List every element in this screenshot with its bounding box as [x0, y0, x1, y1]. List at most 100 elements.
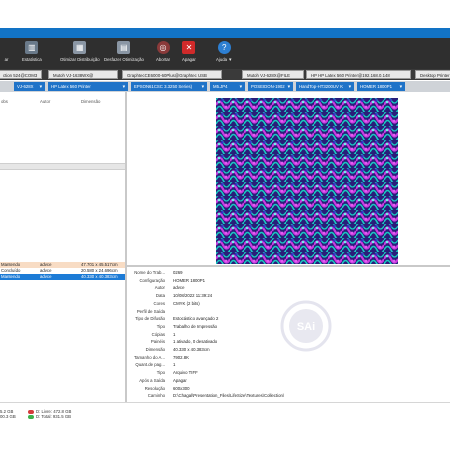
- property-row: Cores CMYK (2 bits): [127, 301, 447, 307]
- delete-icon: ✕: [182, 41, 196, 54]
- printer-tab-3[interactable]: GraphtecCE6000-60Plus@Graphtec USB: [122, 70, 222, 79]
- queue-tab-2[interactable]: HP Latex 560 Printer ▼: [48, 82, 128, 91]
- property-row: Tipo Arquivo TIFF: [127, 370, 447, 376]
- property-row: Data 10/08/2022 11:39:24: [127, 293, 447, 299]
- property-key: Tamanho do A...: [133, 354, 165, 360]
- property-row: Tipo de Difusão Estocástico avançado 2: [127, 316, 447, 322]
- property-value: 1: [173, 331, 176, 337]
- property-value: CMYK (2 bits): [173, 300, 200, 306]
- queue-tab-3[interactable]: EPSON61CSC 3.3250 Series) ▼: [131, 82, 207, 91]
- job-preview-image: [216, 98, 398, 264]
- panel-separator[interactable]: [0, 163, 125, 170]
- queue-tab-7-label: HOMER 1800P1: [360, 84, 393, 89]
- property-row: Após a Saída Apagar: [127, 378, 447, 384]
- property-key: Após a Saída: [139, 377, 165, 383]
- queue-tab-2-label: HP Latex 560 Printer: [51, 84, 91, 89]
- column-header-dimension[interactable]: Dimensão: [81, 99, 100, 104]
- job-status: Mantendo: [1, 274, 21, 279]
- property-key: Resolução: [144, 385, 165, 391]
- dropdown-arrow-icon: ▼: [238, 84, 243, 89]
- dropdown-arrow-icon: ▼: [398, 84, 403, 89]
- job-list-header: obs Autor Dimensão: [0, 99, 125, 105]
- property-value: 600x300: [173, 385, 190, 391]
- printer-tab-4[interactable]: Mutoh VJ-628X@FILE: [242, 70, 304, 79]
- optimize-icon: ▦: [73, 41, 87, 54]
- dropdown-arrow-icon: ▼: [38, 84, 43, 89]
- queue-tab-strip: VJ-628X ▼ HP Latex 560 Printer ▼ EPSON61CS…: [0, 81, 450, 92]
- statistics-button[interactable]: ▥ Estatística: [22, 41, 42, 68]
- dropdown-arrow-icon: ▼: [347, 84, 352, 89]
- queue-tab-1-label: VJ-628X: [17, 84, 34, 89]
- property-value: 1: [173, 362, 176, 368]
- queue-tab-5[interactable]: POSEIDON-1902 ▼: [248, 82, 293, 91]
- queue-tab-1[interactable]: VJ-628X ▼: [14, 82, 45, 91]
- printer-tab-2[interactable]: Mutoh VJ-1638WX@: [48, 70, 118, 79]
- undo-optimize-icon: ▤: [117, 41, 131, 54]
- help-button[interactable]: ? Ajuda ▼: [216, 41, 232, 68]
- queue-tab-4[interactable]: M5.JP4 ▼: [210, 82, 245, 91]
- property-key: Autor: [154, 285, 165, 291]
- main-toolbar: ar ▥ Estatística ▦ Otimizar Distribuição…: [0, 38, 450, 69]
- property-row: Tamanho do A... 7902.8K: [127, 355, 447, 361]
- property-key: Painéis: [150, 339, 165, 345]
- dropdown-arrow-icon: ▼: [200, 84, 205, 89]
- property-value: HOMER 1800P1: [173, 277, 206, 283]
- property-row: Autor advce: [127, 285, 447, 291]
- property-key: Perfil de Saída: [136, 308, 165, 314]
- queue-tab-7[interactable]: HOMER 1800P1 ▼: [357, 82, 405, 91]
- title-area: [0, 0, 450, 28]
- property-value: Estocástico avançado 2: [173, 316, 219, 322]
- property-key: Cópias: [151, 331, 165, 337]
- abort-label: Abortar: [156, 57, 171, 62]
- column-header-name[interactable]: obs: [1, 99, 8, 104]
- property-value: 40.330 x 40.383cm: [173, 347, 210, 352]
- printer-tab-6[interactable]: Desktop Printer: [415, 70, 450, 79]
- partial-toolbar-label: ar: [4, 57, 9, 62]
- property-key: Tipo: [156, 370, 165, 376]
- delete-label: Apagar: [182, 57, 196, 62]
- preview-pane: [127, 92, 450, 265]
- property-value: 0269: [173, 270, 183, 275]
- property-row: Dimensão 40.330 x 40.383cm: [127, 347, 447, 353]
- delete-button[interactable]: ✕ Apagar: [182, 41, 196, 68]
- property-row: Nome do Trab... 0269: [127, 270, 447, 276]
- disk-used-icon: [28, 410, 34, 414]
- property-key: Nome do Trab...: [134, 270, 165, 275]
- job-row-selected[interactable]: Mantendo advce 40.330 x 40.383cm: [0, 274, 125, 280]
- queue-tab-5-label: POSEIDON-1902: [251, 84, 285, 89]
- property-key: Cores: [153, 300, 165, 306]
- property-row: Configuração HOMER 1800P1: [127, 278, 447, 284]
- undo-optimize-button[interactable]: ▤ Desfazer Otimização: [104, 41, 144, 68]
- property-row: Cópias 1: [127, 332, 447, 338]
- status-bar: 5.2 GB 00.3 GB D: Livre: 472.8 GB D: Tot…: [0, 402, 450, 450]
- status-disk-total: D: Total: 931.5 GB: [36, 414, 72, 419]
- partial-toolbar-button[interactable]: ar: [0, 41, 13, 68]
- property-value: 7902.8K: [173, 354, 190, 360]
- property-value: Trabalho de Impressão: [173, 323, 218, 329]
- column-header-author[interactable]: Autor: [40, 99, 50, 104]
- help-icon: ?: [217, 41, 231, 54]
- property-row: Quant.de pag... 1: [127, 362, 447, 368]
- printer-tab-5[interactable]: HP HP Latex 560 Printer@192.168.0.148: [306, 70, 411, 79]
- property-value: advce: [173, 285, 185, 291]
- job-dimension: 40.330 x 40.383cm: [81, 274, 118, 279]
- property-value: 10/08/2022 11:39:24: [173, 293, 213, 299]
- optimize-label: Otimizar Distribuição: [60, 57, 100, 62]
- queue-tab-6-label: HandTop-HT3200UV K: [299, 84, 343, 89]
- bar-chart-icon: ▥: [25, 41, 39, 54]
- statistics-label: Estatística: [22, 57, 42, 62]
- property-row: Painéis 1 ativado, 0 desativado: [127, 339, 447, 345]
- cut-off-icon: [0, 41, 13, 54]
- property-row: Resolução 600x300: [127, 386, 447, 392]
- job-properties-panel: SAi Nome do Trab... 0269 Configuração HOMER…: [127, 267, 450, 402]
- property-key: Dimensão: [145, 347, 165, 352]
- property-key: Configuração: [139, 277, 165, 283]
- status-total-space: 00.3 GB: [0, 414, 16, 419]
- queue-tab-6[interactable]: HandTop-HT3200UV K ▼: [296, 82, 354, 91]
- property-value: Arquivo TIFF: [173, 370, 198, 376]
- optimize-button[interactable]: ▦ Otimizar Distribuição: [60, 41, 100, 68]
- printer-tab-1[interactable]: ction 524@COM3: [0, 70, 42, 79]
- property-row: Perfil de Saída: [127, 309, 447, 315]
- abort-button[interactable]: ◎ Abortar: [156, 41, 170, 68]
- job-author: advce: [40, 274, 52, 279]
